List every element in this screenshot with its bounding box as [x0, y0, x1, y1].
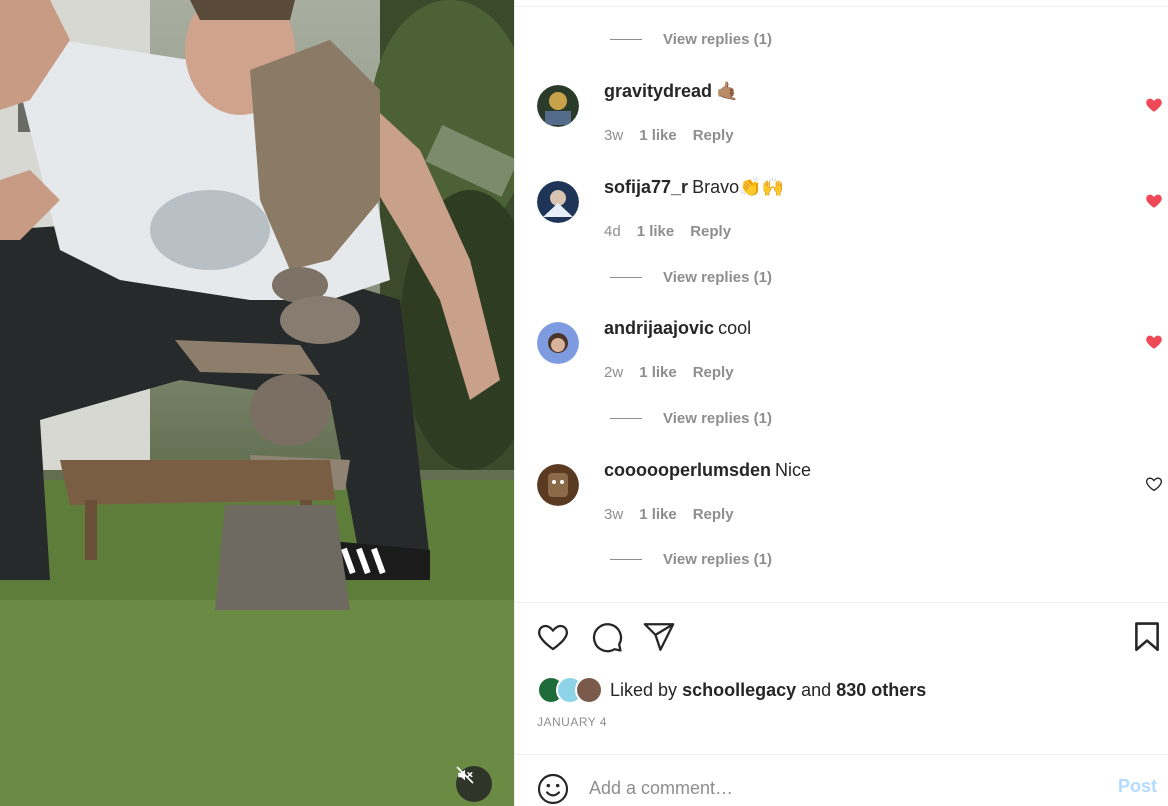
comment-input[interactable]: [589, 772, 1109, 804]
mute-toggle-button[interactable]: [456, 766, 492, 802]
post-side-panel: View replies (1) gravitydread 🤙🏽 3w 1 like…: [514, 0, 1168, 806]
paper-plane-icon[interactable]: [642, 620, 676, 654]
liked-by-and: and: [801, 679, 832, 700]
reply-button[interactable]: Reply: [693, 127, 734, 144]
liked-by-user[interactable]: schoollegacy: [682, 680, 796, 700]
liked-by-others[interactable]: 830 others: [836, 680, 926, 700]
view-replies-label: View replies (1): [663, 269, 772, 286]
view-replies-button[interactable]: View replies (1): [610, 31, 772, 48]
reply-button[interactable]: Reply: [693, 506, 734, 523]
comment-item: coooooperlumsden Nice 3w 1 like Reply: [515, 460, 1168, 534]
divider: [515, 754, 1168, 755]
bookmark-icon[interactable]: [1130, 620, 1164, 654]
post-video[interactable]: [0, 0, 514, 806]
comment-bubble-icon[interactable]: [590, 620, 624, 654]
comment-body: 🤙🏽: [716, 81, 739, 101]
replies-line: [610, 277, 642, 278]
view-replies-label: View replies (1): [663, 551, 772, 568]
smiley-face-icon[interactable]: [537, 773, 569, 805]
comment-meta: 2w 1 like Reply: [604, 364, 750, 381]
comment-text: sofija77_r Bravo👏🙌: [604, 177, 784, 198]
comment-text: gravitydread 🤙🏽: [604, 81, 738, 102]
comment-item: gravitydread 🤙🏽 3w 1 like Reply: [515, 81, 1168, 155]
replies-line: [610, 418, 642, 419]
video-frame: [0, 0, 514, 806]
heart-outline-icon[interactable]: [536, 620, 570, 654]
replies-line: [610, 39, 642, 40]
liked-by-prefix: Liked by: [610, 679, 678, 700]
heart-outline-icon[interactable]: [1145, 475, 1163, 493]
comment-meta: 3w 1 like Reply: [604, 127, 750, 144]
likes-text: Liked by schoollegacy and 830 others: [610, 680, 926, 701]
comment-body: Nice: [775, 460, 812, 480]
divider: [515, 6, 1168, 7]
comment-body: Bravo👏🙌: [692, 177, 784, 197]
comment-meta: 3w 1 like Reply: [604, 506, 750, 523]
comment-text: coooooperlumsden Nice: [604, 460, 811, 481]
divider: [515, 602, 1168, 603]
speaker-muted-icon: [456, 766, 474, 784]
heart-filled-icon[interactable]: [1145, 192, 1163, 210]
view-replies-label: View replies (1): [663, 31, 772, 48]
comment-username[interactable]: andrijaajovic: [604, 318, 714, 338]
comment-age: 4d: [604, 223, 621, 240]
comment-meta: 4d 1 like Reply: [604, 223, 747, 240]
reply-button[interactable]: Reply: [690, 223, 731, 240]
comment-age: 3w: [604, 506, 624, 523]
view-replies-label: View replies (1): [663, 410, 772, 427]
view-replies-button[interactable]: View replies (1): [610, 269, 772, 286]
comment-likes[interactable]: 1 like: [639, 506, 677, 523]
comment-body: cool: [718, 318, 752, 338]
view-replies-button[interactable]: View replies (1): [610, 410, 772, 427]
avatar[interactable]: [537, 464, 579, 506]
reply-button[interactable]: Reply: [693, 364, 734, 381]
comment-username[interactable]: sofija77_r: [604, 177, 688, 197]
view-replies-button[interactable]: View replies (1): [610, 551, 772, 568]
comment-username[interactable]: gravitydread: [604, 81, 712, 101]
post-button[interactable]: Post: [1118, 776, 1157, 797]
replies-line: [610, 559, 642, 560]
comment-age: 3w: [604, 127, 624, 144]
comment-likes[interactable]: 1 like: [637, 223, 675, 240]
comment-text: andrijaajovic cool: [604, 318, 751, 339]
comment-item: andrijaajovic cool 2w 1 like Reply: [515, 318, 1168, 392]
comment-username[interactable]: coooooperlumsden: [604, 460, 771, 480]
comment-age: 2w: [604, 364, 624, 381]
avatar[interactable]: [575, 676, 603, 704]
comment-likes[interactable]: 1 like: [639, 364, 677, 381]
heart-filled-icon[interactable]: [1145, 333, 1163, 351]
avatar[interactable]: [537, 85, 579, 127]
comment-item: sofija77_r Bravo👏🙌 4d 1 like Reply: [515, 177, 1168, 251]
heart-filled-icon[interactable]: [1145, 96, 1163, 114]
avatar[interactable]: [537, 181, 579, 223]
post-date[interactable]: JANUARY 4: [537, 715, 607, 729]
likes-summary: Liked by schoollegacy and 830 others: [537, 676, 926, 704]
comment-likes[interactable]: 1 like: [639, 127, 677, 144]
avatar[interactable]: [537, 322, 579, 364]
